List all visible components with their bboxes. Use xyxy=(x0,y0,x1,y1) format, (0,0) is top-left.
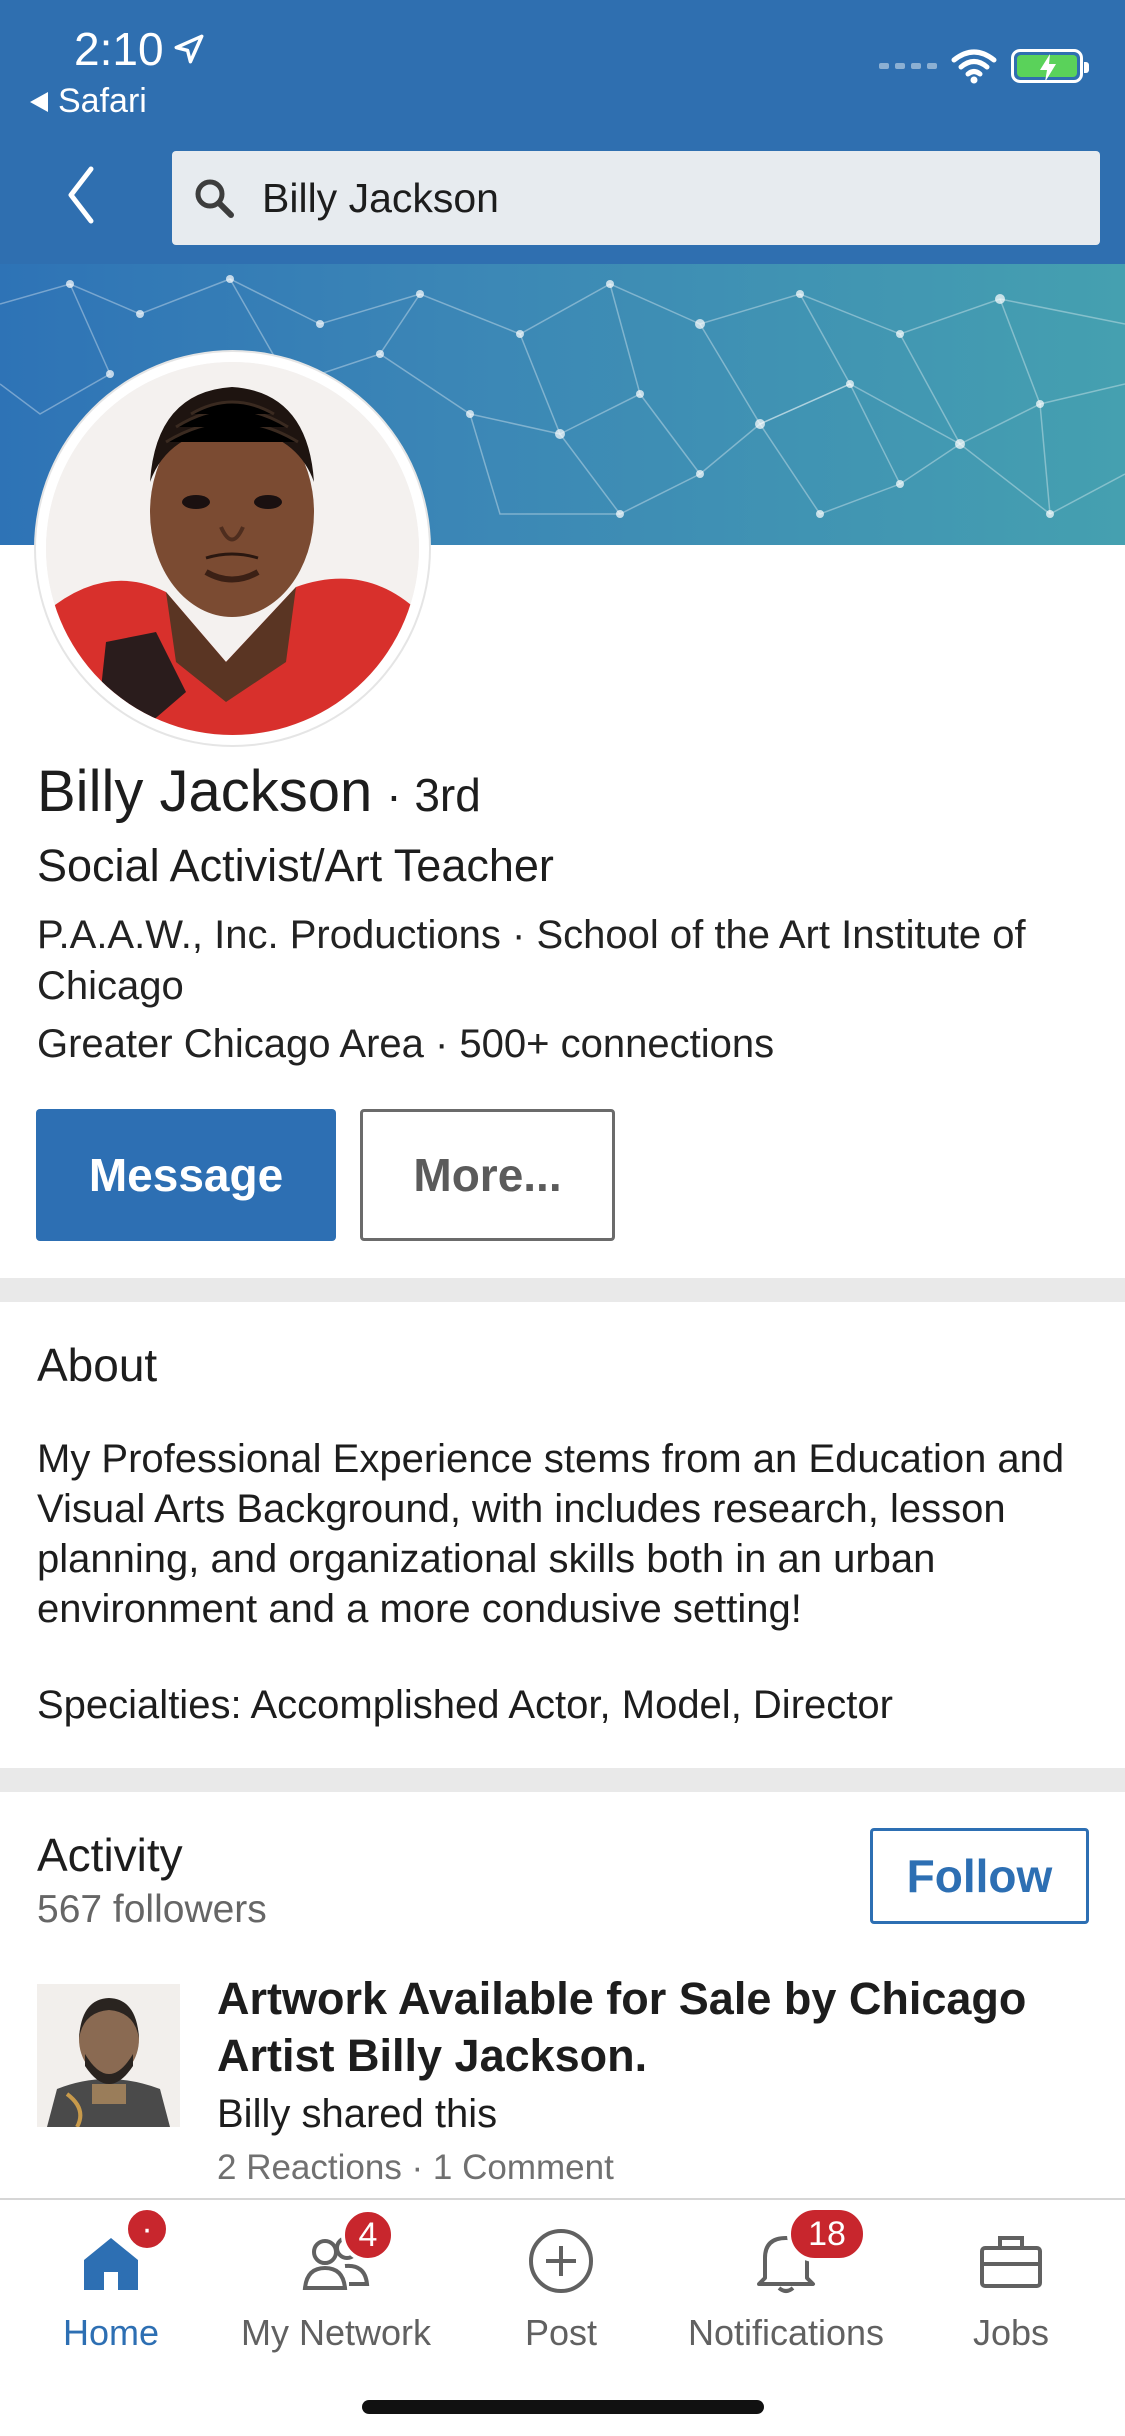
bottom-tab-bar: · Home 4 My Network Post 18 Notification… xyxy=(0,2198,1125,2436)
search-input[interactable]: Billy Jackson xyxy=(172,151,1100,245)
about-text: My Professional Experience stems from an… xyxy=(37,1437,1065,1631)
notifications-badge: 18 xyxy=(787,2206,867,2262)
avatar-photo-image xyxy=(46,362,419,735)
cellular-signal-icon xyxy=(879,63,937,69)
app-header: 2:10 Safari Billy Jackson xyxy=(0,0,1125,264)
wifi-icon xyxy=(951,49,997,84)
connection-degree: · 3rd xyxy=(386,769,481,821)
profile-company: P.A.A.W., Inc. Productions · School of t… xyxy=(37,913,1026,1008)
search-icon xyxy=(195,179,234,218)
network-badge: 4 xyxy=(341,2208,395,2262)
home-indicator[interactable] xyxy=(362,2400,764,2414)
tab-post[interactable]: Post xyxy=(500,2218,622,2378)
followers-count: 567 followers xyxy=(37,1888,267,1931)
section-divider xyxy=(0,1278,1125,1302)
tab-home[interactable]: · Home xyxy=(40,2206,182,2378)
search-value: Billy Jackson xyxy=(262,174,499,221)
profile-name-row: Billy Jackson · 3rd xyxy=(37,758,481,825)
tab-my-network[interactable]: 4 My Network xyxy=(226,2208,446,2378)
back-app-label: Safari xyxy=(58,82,147,120)
profile-headline: Social Activist/Art Teacher xyxy=(37,840,554,891)
tab-notifications[interactable]: 18 Notifications xyxy=(676,2206,896,2378)
activity-title: Activity xyxy=(37,1829,183,1881)
tab-jobs[interactable]: Jobs xyxy=(950,2218,1072,2378)
tab-my-network-label: My Network xyxy=(240,2312,432,2353)
post-thumbnail[interactable] xyxy=(37,1984,180,2127)
tab-home-label: Home xyxy=(62,2312,160,2353)
status-indicators xyxy=(879,48,1089,84)
more-button[interactable]: More... xyxy=(360,1109,615,1241)
tab-notifications-label: Notifications xyxy=(687,2312,885,2353)
briefcase-icon xyxy=(980,2236,1042,2288)
plus-circle-icon xyxy=(529,2229,593,2293)
message-button[interactable]: Message xyxy=(36,1109,336,1241)
back-button[interactable] xyxy=(58,162,102,228)
about-specialties: Specialties: Accomplished Actor, Model, … xyxy=(37,1683,893,1727)
location-arrow-icon xyxy=(174,34,203,64)
post-reactions[interactable]: 2 Reactions · 1 Comment xyxy=(217,2148,614,2188)
tab-jobs-label: Jobs xyxy=(972,2312,1050,2353)
post-title[interactable]: Artwork Available for Sale by Chicago Ar… xyxy=(217,1970,1097,2084)
post-thumbnail-image xyxy=(37,1984,180,2127)
profile-name: Billy Jackson xyxy=(37,759,373,824)
chevron-left-icon xyxy=(68,166,94,224)
status-time: 2:10 xyxy=(74,22,206,76)
profile-location: Greater Chicago Area · 500+ connections xyxy=(37,1022,775,1066)
home-badge: · xyxy=(124,2206,170,2252)
post-subtitle: Billy shared this xyxy=(217,2092,498,2136)
profile-avatar[interactable] xyxy=(36,352,429,745)
follow-button[interactable]: Follow xyxy=(870,1828,1089,1924)
battery-icon xyxy=(1011,49,1089,83)
back-triangle-icon xyxy=(30,91,48,112)
back-to-safari[interactable]: Safari xyxy=(30,82,147,121)
about-title: About xyxy=(37,1339,158,1391)
tab-post-label: Post xyxy=(524,2312,598,2353)
status-time-text: 2:10 xyxy=(74,23,164,75)
section-divider xyxy=(0,1768,1125,1792)
